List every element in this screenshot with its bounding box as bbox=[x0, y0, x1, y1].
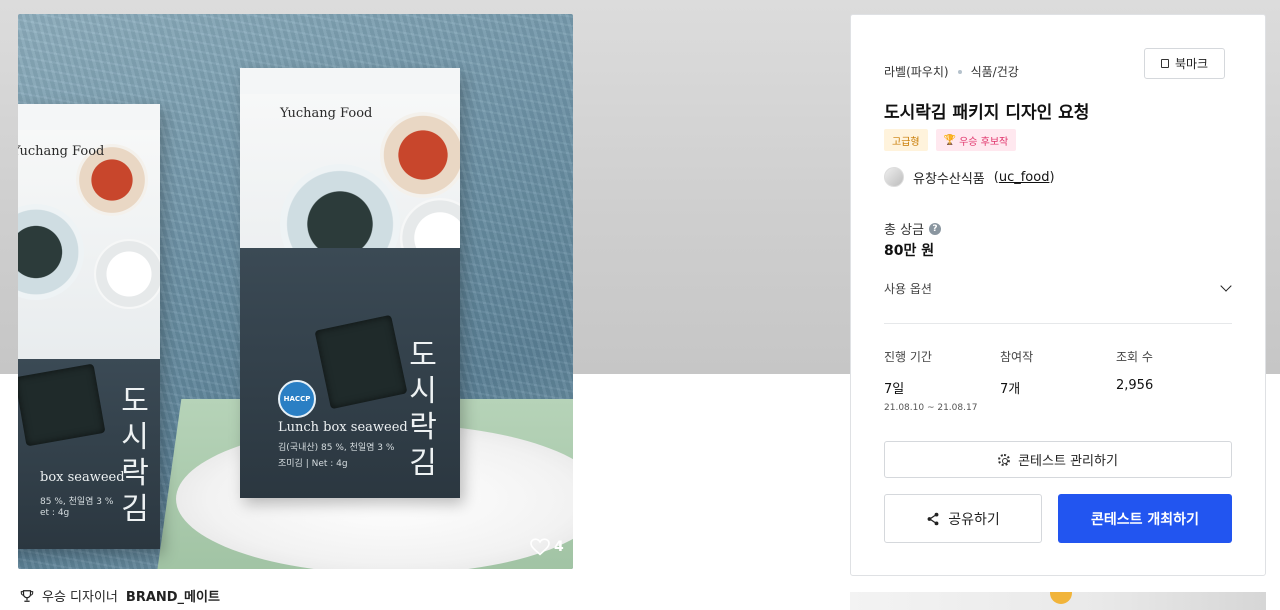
prize-value: 80만 원 bbox=[884, 243, 935, 259]
winner-label: 우승 디자이너 bbox=[42, 590, 118, 605]
trophy-icon: 🏆 bbox=[943, 134, 957, 146]
seaweed-package-front: Yuchang Food HACCP 도 시 락 김 Lunch box sea… bbox=[240, 68, 460, 498]
share-button[interactable]: 공유하기 bbox=[884, 494, 1042, 543]
rice-bowl bbox=[94, 239, 160, 309]
host-contest-button[interactable]: 콘테스트 개최하기 bbox=[1058, 494, 1232, 543]
stat-value: 7개 bbox=[1000, 382, 1021, 397]
package-net-weight: et : 4g bbox=[40, 508, 70, 518]
options-label: 사용 옵션 bbox=[884, 281, 932, 296]
laver-sheet bbox=[18, 363, 106, 447]
title-char: 시 bbox=[121, 420, 149, 455]
share-label: 공유하기 bbox=[948, 511, 1000, 528]
contest-title: 도시락김 패키지 디자인 요청 bbox=[884, 103, 1090, 123]
contest-main-image[interactable]: Yuchang Food 도 시 락 김 box seaweed 85 %, 천… bbox=[18, 14, 573, 569]
prize-label: 총 상금 ? bbox=[884, 219, 942, 238]
stat-period: 진행 기간 7일 21.08.10 ~ 21.08.17 bbox=[884, 348, 977, 413]
host-contest-label: 콘테스트 개최하기 bbox=[1091, 511, 1199, 528]
stat-date-range: 21.08.10 ~ 21.08.17 bbox=[884, 403, 978, 413]
breadcrumb-separator bbox=[957, 69, 962, 74]
title-char: 김 bbox=[409, 446, 437, 481]
bookmark-label: 북마크 bbox=[1174, 57, 1209, 71]
bookmark-icon bbox=[1160, 59, 1169, 68]
divider bbox=[884, 323, 1232, 324]
package-brand: Yuchang Food bbox=[18, 144, 105, 159]
gear-icon bbox=[998, 453, 1011, 466]
package-english-name: box seaweed bbox=[40, 470, 125, 485]
chevron-down-icon bbox=[1220, 280, 1232, 292]
prize-label-text: 총 상금 bbox=[884, 223, 925, 238]
host-handle-link[interactable]: uc_food bbox=[999, 170, 1050, 185]
host-avatar[interactable] bbox=[884, 167, 904, 187]
manage-contest-button[interactable]: 콘테스트 관리하기 bbox=[884, 441, 1232, 478]
like-count: 4 bbox=[554, 539, 564, 555]
stat-label: 진행 기간 bbox=[884, 350, 932, 364]
stat-entries: 참여작 7개 bbox=[1000, 348, 1033, 397]
winner-designer: 우승 디자이너 BRAND_메이트 bbox=[20, 586, 220, 605]
trophy-icon bbox=[20, 589, 34, 602]
title-char: 김 bbox=[121, 492, 149, 527]
contest-info-card: 라벨(파우치) 식품/건강 북마크 도시락김 패키지 디자인 요청 고급형 🏆 … bbox=[850, 14, 1266, 576]
title-char: 락 bbox=[409, 410, 437, 445]
winner-name[interactable]: BRAND_메이트 bbox=[126, 586, 220, 605]
stat-views: 조회 수 2,956 bbox=[1116, 348, 1153, 393]
options-dropdown[interactable]: 사용 옵션 bbox=[884, 277, 1234, 299]
bookmark-button[interactable]: 북마크 bbox=[1144, 48, 1225, 79]
stat-label: 조회 수 bbox=[1116, 350, 1153, 364]
award-tag-label: 우승 후보작 bbox=[959, 136, 1009, 148]
help-icon[interactable]: ? bbox=[929, 222, 942, 235]
contest-tags: 고급형 🏆 우승 후보작 bbox=[884, 129, 1017, 151]
contest-host: 유창수산식품 (uc_food) bbox=[884, 167, 1055, 187]
manage-contest-label: 콘테스트 관리하기 bbox=[1018, 454, 1118, 469]
share-icon bbox=[927, 512, 939, 525]
package-ingredients: 김(국내산) 85 %, 천일염 3 % bbox=[278, 443, 395, 453]
stat-value: 7일 bbox=[884, 382, 905, 397]
grade-tag-label: 고급형 bbox=[892, 136, 920, 148]
host-name: 유창수산식품 bbox=[913, 171, 985, 187]
stat-value: 2,956 bbox=[1116, 378, 1154, 393]
package-title-vertical: 도 시 락 김 bbox=[118, 384, 152, 528]
package-brand: Yuchang Food bbox=[280, 106, 373, 121]
host-handle-wrap: (uc_food) bbox=[993, 169, 1055, 185]
stat-label: 참여작 bbox=[1000, 350, 1034, 364]
award-tag: 🏆 우승 후보작 bbox=[935, 129, 1017, 151]
kimchi-bowl bbox=[380, 112, 460, 198]
like-button[interactable]: 4 bbox=[530, 538, 564, 556]
title-char: 도 bbox=[409, 338, 437, 373]
package-title-vertical: 도 시 락 김 bbox=[406, 338, 440, 482]
package-ingredients: 85 %, 천일염 3 % bbox=[40, 497, 114, 507]
title-char: 도 bbox=[121, 384, 149, 419]
title-char: 시 bbox=[409, 374, 437, 409]
heart-icon bbox=[530, 538, 550, 556]
breadcrumb: 라벨(파우치) 식품/건강 bbox=[884, 63, 1019, 80]
breadcrumb-subcategory[interactable]: 식품/건강 bbox=[971, 63, 1019, 80]
breadcrumb-category[interactable]: 라벨(파우치) bbox=[884, 63, 949, 80]
laver-sheet bbox=[314, 314, 408, 410]
package-net-weight: 조미김 | Net : 4g bbox=[278, 459, 348, 469]
haccp-badge: HACCP bbox=[278, 380, 316, 418]
package-english-name: Lunch box seaweed bbox=[278, 420, 408, 435]
next-card-preview bbox=[850, 592, 1266, 610]
seaweed-package-back: Yuchang Food 도 시 락 김 box seaweed 85 %, 천… bbox=[18, 104, 160, 549]
grade-tag: 고급형 bbox=[884, 129, 928, 151]
preview-decoration bbox=[1050, 592, 1072, 604]
